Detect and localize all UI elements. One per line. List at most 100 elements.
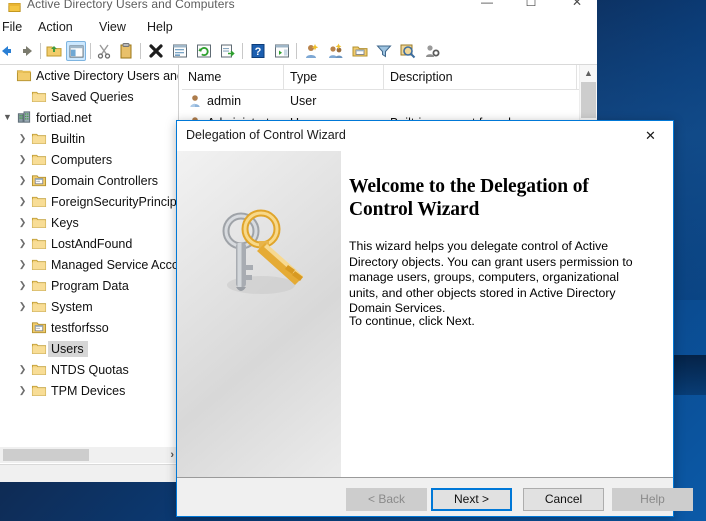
chevron-right-icon[interactable]: ❯ — [15, 302, 30, 311]
back-icon[interactable] — [0, 41, 16, 61]
tree-item-keys[interactable]: ❯ Keys — [0, 212, 178, 233]
chevron-right-icon[interactable]: › — [170, 447, 174, 463]
tree-item-computers[interactable]: ❯ Computers — [0, 149, 178, 170]
tree-item-tpm-devices[interactable]: ❯ TPM Devices — [0, 380, 178, 401]
dialog-paragraph: This wizard helps you delegate control o… — [349, 239, 633, 316]
tree-item-label: System — [51, 299, 93, 314]
forward-icon[interactable] — [18, 41, 38, 61]
list-view-header: Name Type Description — [182, 65, 597, 90]
export-list-icon[interactable] — [218, 41, 238, 61]
chevron-right-icon[interactable]: ❯ — [15, 155, 30, 164]
folder-icon — [30, 278, 48, 294]
console-root-icon — [15, 68, 33, 84]
tree-item-active-directory-users-and-com[interactable]: Active Directory Users and Com — [0, 65, 178, 86]
menu-help[interactable]: Help — [141, 18, 179, 36]
dialog-title: Delegation of Control Wizard — [186, 128, 346, 142]
show-hide-action-pane-icon[interactable] — [272, 41, 292, 61]
tree-item-users[interactable]: Users — [0, 338, 178, 359]
help-icon[interactable]: ? — [248, 41, 268, 61]
tree-item-lostandfound[interactable]: ❯ LostAndFound — [0, 233, 178, 254]
user-icon — [190, 95, 200, 107]
new-ou-icon[interactable] — [350, 41, 370, 61]
tree-item-system[interactable]: ❯ System — [0, 296, 178, 317]
dialog-paragraph-secondary: To continue, click Next. — [349, 314, 475, 328]
chevron-up-icon[interactable]: ▲ — [580, 65, 597, 82]
chevron-right-icon[interactable]: ❯ — [15, 260, 30, 269]
row-name-cell: admin — [188, 90, 284, 112]
folder-icon — [30, 215, 48, 231]
tree-item-label: testforfsso — [51, 320, 109, 335]
dialog-close-button[interactable]: ✕ — [628, 121, 673, 150]
help-button[interactable]: Help — [612, 488, 693, 511]
folder-icon — [30, 341, 48, 357]
next-button[interactable]: Next > — [431, 488, 512, 511]
back-button[interactable]: < Back — [346, 488, 427, 511]
tree-item-ntds-quotas[interactable]: ❯ NTDS Quotas — [0, 359, 178, 380]
table-row[interactable]: admin User — [182, 90, 577, 112]
tree-item-testforfsso[interactable]: testforfsso — [0, 317, 178, 338]
new-group-icon[interactable] — [326, 41, 346, 61]
cut-icon[interactable] — [94, 41, 114, 61]
menu-action[interactable]: Action — [32, 18, 79, 36]
mmc-console-icon — [8, 3, 21, 12]
console-tree: Active Directory Users and Com Saved Quer… — [0, 65, 178, 401]
column-header-description[interactable]: Description — [384, 65, 577, 89]
folder-icon — [30, 89, 48, 105]
column-header-name[interactable]: Name — [182, 65, 284, 89]
chevron-right-icon[interactable]: ❯ — [15, 281, 30, 290]
chevron-down-icon[interactable]: ▼ — [0, 113, 15, 122]
list-scroll-thumb[interactable] — [581, 82, 596, 118]
folder-icon — [30, 299, 48, 315]
find-icon[interactable] — [398, 41, 418, 61]
folder-icon — [30, 236, 48, 252]
tree-horizontal-scrollbar[interactable]: › — [0, 447, 179, 463]
manage-icon[interactable] — [422, 41, 442, 61]
cancel-button[interactable]: Cancel — [523, 488, 604, 511]
folder-icon — [30, 362, 48, 378]
main-window-titlebar: Active Directory Users and Computers — ☐… — [0, 0, 597, 16]
tree-item-program-data[interactable]: ❯ Program Data — [0, 275, 178, 296]
delegation-wizard-dialog: Delegation of Control Wizard ✕ Welcome t… — [176, 120, 693, 517]
chevron-right-icon[interactable]: ❯ — [15, 386, 30, 395]
tree-item-foreignsecurityprincipa[interactable]: ❯ ForeignSecurityPrincipa — [0, 191, 178, 212]
row-type-cell: User — [290, 94, 317, 108]
tree-item-label: Users — [48, 340, 88, 357]
show-hide-console-tree-icon[interactable] — [66, 41, 86, 61]
paste-icon[interactable] — [116, 41, 136, 61]
chevron-right-icon[interactable]: ❯ — [15, 239, 30, 248]
up-folder-icon[interactable] — [44, 41, 64, 61]
tree-item-saved-queries[interactable]: Saved Queries — [0, 86, 178, 107]
tree-item-label: ForeignSecurityPrincipa — [51, 194, 179, 209]
tree-item-domain-controllers[interactable]: ❯ Domain Controllers — [0, 170, 178, 191]
chevron-right-icon[interactable]: ❯ — [15, 218, 30, 227]
chevron-right-icon[interactable]: ❯ — [15, 134, 30, 143]
tree-item-label: Managed Service Accou — [51, 257, 179, 272]
column-header-type[interactable]: Type — [284, 65, 384, 89]
refresh-icon[interactable] — [194, 41, 214, 61]
ou-folder-icon — [30, 320, 48, 336]
chevron-right-icon[interactable]: ❯ — [15, 197, 30, 206]
tree-scroll-thumb[interactable] — [3, 449, 89, 461]
minimize-button[interactable]: — — [472, 0, 502, 10]
new-user-icon[interactable] — [302, 41, 322, 61]
delete-icon[interactable] — [146, 41, 166, 61]
menu-view[interactable]: View — [93, 18, 132, 36]
tree-item-builtin[interactable]: ❯ Builtin — [0, 128, 178, 149]
tree-item-label: Computers — [51, 152, 113, 167]
tree-item-managed-service-accou[interactable]: ❯ Managed Service Accou — [0, 254, 178, 275]
menu-file[interactable]: File — [0, 18, 28, 36]
keys-icon — [222, 209, 303, 294]
dialog-footer: < Back Next > Cancel Help — [177, 477, 693, 516]
tree-item-fortiad-net[interactable]: ▼ fortiad.net — [0, 107, 178, 128]
maximize-button[interactable]: ☐ — [516, 0, 546, 10]
console-tree-pane[interactable]: Active Directory Users and Com Saved Quer… — [0, 65, 179, 447]
domain-icon — [15, 110, 33, 126]
close-button[interactable]: ✕ — [562, 0, 592, 10]
chevron-right-icon[interactable]: ❯ — [15, 365, 30, 374]
properties-icon[interactable] — [170, 41, 190, 61]
dialog-watermark-panel — [177, 151, 341, 477]
folder-icon — [30, 257, 48, 273]
dialog-titlebar: Delegation of Control Wizard ✕ — [177, 121, 673, 151]
filter-icon[interactable] — [374, 41, 394, 61]
chevron-right-icon[interactable]: ❯ — [15, 176, 30, 185]
